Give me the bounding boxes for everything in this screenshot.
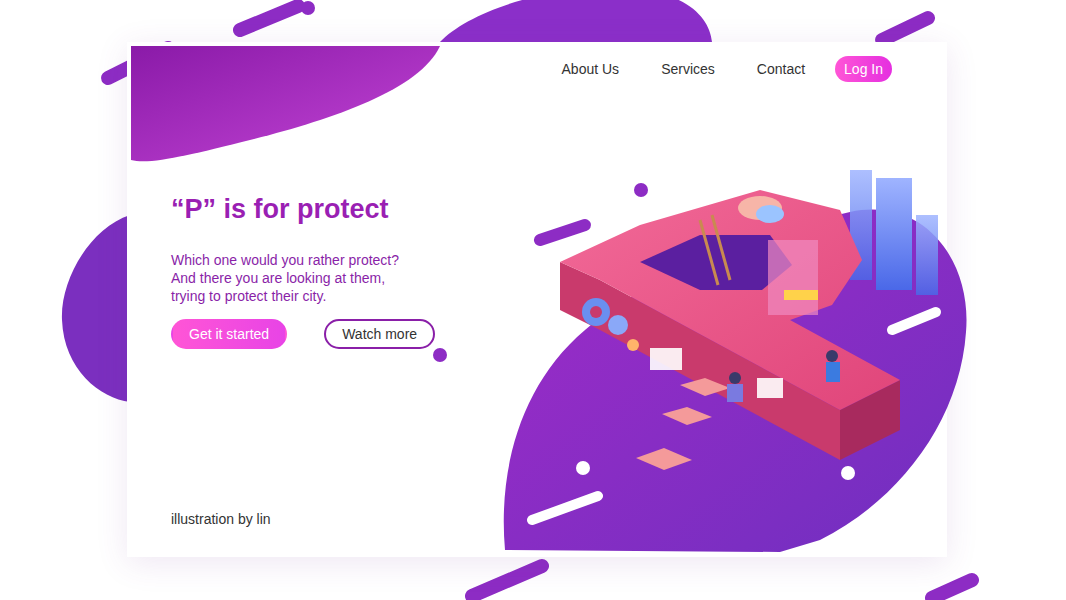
landing-card: About Us Services Contact Log In “P” is for… [127,42,947,557]
credit-text: illustration by lin [171,511,947,527]
hero: “P” is for protect Which one would you ra… [127,82,947,557]
watch-more-button[interactable]: Watch more [324,319,435,349]
hero-title: “P” is for protect [171,194,947,225]
nav-link[interactable]: Contact [757,61,805,77]
login-button[interactable]: Log In [835,56,892,82]
get-started-button[interactable]: Get it started [171,319,287,349]
description-line: trying to protect their city. [171,287,947,305]
hero-buttons: Get it started Watch more [171,319,947,349]
nav-link[interactable]: About Us [562,61,620,77]
description-line: Which one would you rather protect? [171,251,947,269]
description-line: And there you are looking at them, [171,269,947,287]
nav-link[interactable]: Services [661,61,715,77]
top-nav: About Us Services Contact Log In [127,42,947,82]
hero-description: Which one would you rather protect?And t… [171,251,947,305]
